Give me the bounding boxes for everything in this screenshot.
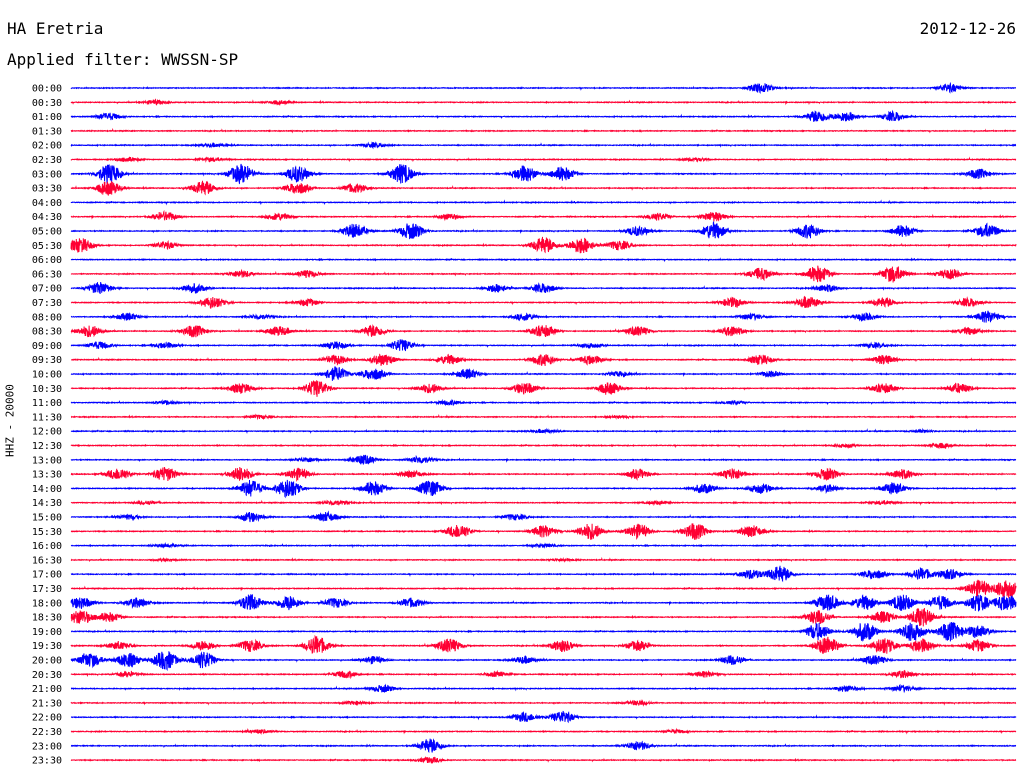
trace-row: [70, 556, 1017, 563]
row-time-label: 21:30: [32, 698, 62, 709]
row-time-label: 17:30: [32, 584, 62, 595]
trace-row: [70, 141, 1017, 150]
row-time-label: 12:30: [32, 441, 62, 452]
row-time-label: 14:00: [32, 484, 62, 495]
row-time-label: 15:00: [32, 513, 62, 524]
trace-row: [70, 738, 1017, 754]
row-time-label: 18:30: [32, 613, 62, 624]
trace-row: [70, 454, 1017, 465]
trace-row: [70, 109, 1017, 123]
row-time-label: 19:30: [32, 641, 62, 652]
row-time-label: 21:00: [32, 684, 62, 695]
trace-row: [70, 81, 1017, 94]
trace-row: [70, 579, 1017, 600]
trace-row: [70, 209, 1017, 222]
trace-row: [70, 565, 1017, 583]
row-time-label: 13:00: [32, 455, 62, 466]
trace-row: [70, 220, 1017, 240]
row-time-label: 05:00: [32, 227, 62, 238]
row-time-label: 11:30: [32, 412, 62, 423]
trace-row: [70, 265, 1017, 283]
row-time-label: 04:30: [32, 212, 62, 223]
trace-row: [70, 98, 1017, 106]
trace-row: [70, 594, 1017, 612]
trace-row: [70, 295, 1017, 310]
row-time-label: 08:00: [32, 312, 62, 323]
row-time-label: 23:30: [32, 756, 62, 767]
row-time-label: 06:00: [32, 255, 62, 266]
trace-row: [70, 353, 1017, 366]
row-time-label: 14:30: [32, 498, 62, 509]
trace-row: [70, 669, 1017, 680]
trace-row: [70, 366, 1017, 381]
trace-row: [70, 698, 1017, 707]
trace-row: [70, 163, 1017, 185]
trace-row: [70, 542, 1017, 549]
row-time-label: 16:30: [32, 555, 62, 566]
trace-row: [70, 282, 1017, 295]
row-time-label: 01:30: [32, 126, 62, 137]
row-time-label: 16:00: [32, 541, 62, 552]
trace-row: [70, 310, 1017, 323]
trace-row: [70, 380, 1017, 397]
row-time-label: 03:00: [32, 169, 62, 180]
row-time-label: 17:00: [32, 570, 62, 581]
trace-row: [70, 727, 1017, 735]
trace-row: [70, 427, 1017, 435]
trace-row: [70, 339, 1017, 352]
trace-row: [70, 199, 1017, 206]
row-time-label: 10:00: [32, 370, 62, 381]
row-time-label: 20:00: [32, 656, 62, 667]
row-time-label: 18:00: [32, 598, 62, 609]
trace-row: [70, 634, 1017, 654]
row-time-label: 20:30: [32, 670, 62, 681]
row-time-label: 12:00: [32, 427, 62, 438]
trace-row: [70, 499, 1017, 507]
trace-row: [70, 523, 1017, 540]
row-time-label: 08:30: [32, 327, 62, 338]
trace-row: [70, 156, 1017, 163]
trace-row: [70, 608, 1017, 627]
trace-row: [70, 398, 1017, 407]
trace-row: [70, 710, 1017, 724]
trace-row: [70, 127, 1017, 134]
row-time-label: 15:30: [32, 527, 62, 538]
trace-row: [70, 622, 1017, 642]
row-time-label: 00:00: [32, 84, 62, 95]
trace-row: [70, 323, 1017, 338]
row-time-label: 22:30: [32, 727, 62, 738]
row-time-label: 02:30: [32, 155, 62, 166]
trace-row: [70, 683, 1017, 694]
trace-row: [70, 651, 1017, 672]
row-time-label: 19:00: [32, 627, 62, 638]
trace-row: [70, 510, 1017, 523]
row-time-label: 04:00: [32, 198, 62, 209]
row-time-label: 05:30: [32, 241, 62, 252]
row-time-label: 09:00: [32, 341, 62, 352]
trace-row: [70, 236, 1017, 254]
row-time-label: 13:30: [32, 470, 62, 481]
row-time-label: 23:00: [32, 741, 62, 752]
helicorder-plot: 00:00 00:30 01:00 01:30 02:00 02:30 03:00 03:30…: [32, 81, 1017, 767]
row-time-label: 01:00: [32, 112, 62, 123]
row-time-label: 07:00: [32, 284, 62, 295]
row-time-label: 07:30: [32, 298, 62, 309]
row-time-label: 22:00: [32, 713, 62, 724]
row-time-label: 02:00: [32, 141, 62, 152]
row-time-label: 10:30: [32, 384, 62, 395]
trace-row: [70, 413, 1017, 421]
row-time-label: 09:30: [32, 355, 62, 366]
row-time-label: 11:00: [32, 398, 62, 409]
trace-row: [70, 755, 1017, 764]
trace-row: [70, 467, 1017, 483]
trace-row: [70, 180, 1017, 196]
trace-row: [70, 257, 1017, 263]
row-time-label: 03:30: [32, 184, 62, 195]
trace-row: [70, 442, 1017, 450]
row-time-label: 06:30: [32, 269, 62, 280]
trace-row: [70, 479, 1017, 499]
row-time-label: 00:30: [32, 98, 62, 109]
